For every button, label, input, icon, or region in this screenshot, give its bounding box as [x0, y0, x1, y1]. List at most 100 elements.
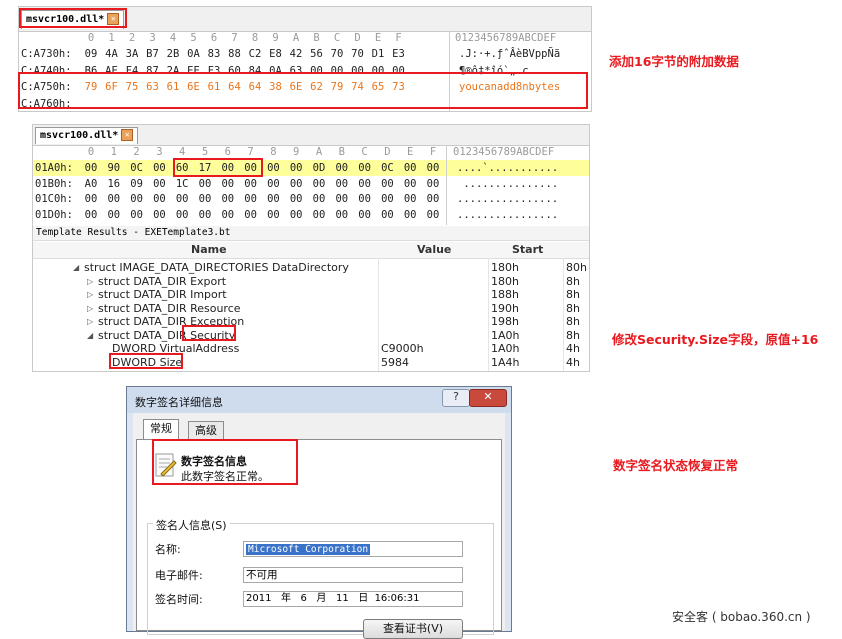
hex-byte[interactable]: 0C [127, 160, 147, 176]
hex-byte[interactable]: 00 [263, 191, 283, 207]
tree-row[interactable]: ◢ struct IMAGE_DATA_DIRECTORIES DataDirec… [33, 261, 589, 275]
hex-byte[interactable]: 0D [309, 160, 329, 176]
hex-byte[interactable]: 00 [423, 207, 443, 223]
hex-byte[interactable]: 1C [172, 176, 192, 192]
expand-arrow-icon[interactable]: ▷ [87, 302, 93, 316]
hex-row[interactable]: 01B0h: A0 16 09 00 1C 00 00 00 00 00 00 00 00 00 00 00 .… [33, 176, 589, 192]
hex-byte[interactable]: 00 [218, 160, 238, 176]
hex-byte[interactable]: 60 [172, 160, 192, 176]
hex-byte[interactable]: 00 [355, 160, 375, 176]
hex-byte[interactable]: 00 [332, 160, 352, 176]
close-tab-icon[interactable]: ✕ [107, 13, 120, 25]
hex-byte[interactable]: 00 [327, 63, 347, 79]
hex-byte[interactable]: F3 [204, 63, 224, 79]
hex-byte[interactable]: 00 [286, 191, 306, 207]
hex-byte[interactable]: 65 [368, 79, 388, 95]
hex-byte[interactable]: B7 [143, 46, 163, 62]
hex-byte[interactable]: 00 [286, 207, 306, 223]
hex-byte[interactable]: 00 [263, 176, 283, 192]
hex-byte[interactable]: AE [102, 63, 122, 79]
hex-byte[interactable]: 16 [104, 176, 124, 192]
hex-byte[interactable]: 61 [163, 79, 183, 95]
hex-byte[interactable]: E8 [266, 46, 286, 62]
hex-byte[interactable]: 00 [400, 176, 420, 192]
hex-row[interactable]: 01A0h: 00 90 0C 00 60 17 00 00 00 00 0D 00 00 0C 00 00..… [33, 160, 589, 176]
hex-byte[interactable]: 00 [149, 160, 169, 176]
hex-byte[interactable]: 63 [286, 63, 306, 79]
hex-byte[interactable]: 00 [149, 176, 169, 192]
hex-byte[interactable]: 0C [377, 160, 397, 176]
hex-byte[interactable]: 00 [195, 191, 215, 207]
hex-byte[interactable]: 00 [263, 160, 283, 176]
hex-byte[interactable]: 00 [81, 207, 101, 223]
hex-row[interactable]: 01C0h: 00 00 00 00 00 00 00 00 00 00 00 00 00 00 00 00..… [33, 191, 589, 207]
tree-row[interactable]: DWORD VirtualAddress C9000h 1A0h 4h [33, 342, 589, 356]
hex-byte[interactable]: 63 [143, 79, 163, 95]
hex-byte[interactable]: 00 [81, 160, 101, 176]
tree-row[interactable]: ▷ struct DATA_DIR Exception 198h 8h [33, 315, 589, 329]
hex-byte[interactable]: 64 [245, 79, 265, 95]
hex-byte[interactable]: 70 [348, 46, 368, 62]
hex-byte[interactable]: 00 [423, 176, 443, 192]
hex-byte[interactable]: EE [184, 63, 204, 79]
hex-row[interactable]: C:A740h: B6 AE F4 87 2A EE F3 60 84 0A 63 00 00 00 00 00… [19, 63, 591, 79]
hex-byte[interactable]: F4 [122, 63, 142, 79]
file-tab[interactable]: msvcr100.dll* ✕ [21, 10, 125, 29]
hex-byte[interactable]: 00 [263, 207, 283, 223]
hex-byte[interactable]: 0A [266, 63, 286, 79]
tree-row[interactable]: DWORD Size 5984 1A4h 4h [33, 356, 589, 370]
hex-byte[interactable]: 75 [122, 79, 142, 95]
column-start[interactable]: Start [512, 242, 543, 258]
hex-row[interactable]: C:A750h: 79 6F 75 63 61 6E 61 64 64 38 6E 62 79 74 65 73… [19, 79, 591, 95]
collapse-arrow-icon[interactable]: ◢ [73, 261, 79, 275]
hex-byte[interactable]: 3A [122, 46, 142, 62]
hex-byte[interactable]: 00 [307, 63, 327, 79]
hex-byte[interactable]: 00 [104, 191, 124, 207]
tree-row[interactable]: ▷ struct DATA_DIR Import 188h 8h [33, 288, 589, 302]
hex-byte[interactable]: 00 [309, 207, 329, 223]
hex-row[interactable]: 01D0h: 00 00 00 00 00 00 00 00 00 00 00 00 00 00 00 00..… [33, 207, 589, 223]
hex-byte[interactable]: 00 [355, 176, 375, 192]
hex-byte[interactable]: 38 [266, 79, 286, 95]
hex-byte[interactable]: 00 [400, 191, 420, 207]
hex-byte[interactable]: 79 [327, 79, 347, 95]
hex-byte[interactable]: 09 [81, 46, 101, 62]
hex-byte[interactable]: 00 [286, 160, 306, 176]
hex-byte[interactable]: 79 [81, 79, 101, 95]
hex-byte[interactable]: 00 [400, 207, 420, 223]
hex-byte[interactable]: 00 [241, 191, 261, 207]
hex-byte[interactable]: 00 [218, 207, 238, 223]
hex-byte[interactable]: 00 [377, 176, 397, 192]
name-field[interactable]: Microsoft Corporation [243, 541, 463, 557]
hex-byte[interactable]: 88 [225, 46, 245, 62]
hex-byte[interactable]: 00 [127, 191, 147, 207]
hex-byte[interactable]: 42 [286, 46, 306, 62]
hex-byte[interactable]: 62 [307, 79, 327, 95]
hex-byte[interactable]: 87 [143, 63, 163, 79]
close-tab-icon[interactable]: ✕ [121, 129, 134, 141]
hex-byte[interactable]: 00 [309, 191, 329, 207]
hex-byte[interactable]: 00 [368, 63, 388, 79]
hex-byte[interactable]: 00 [377, 191, 397, 207]
hex-byte[interactable]: 00 [389, 63, 409, 79]
hex-byte[interactable]: 00 [332, 176, 352, 192]
hex-byte[interactable]: D1 [368, 46, 388, 62]
hex-byte[interactable]: 00 [218, 191, 238, 207]
file-tab[interactable]: msvcr100.dll* ✕ [35, 127, 139, 144]
hex-byte[interactable]: 00 [149, 191, 169, 207]
hex-row[interactable]: C:A760h: [19, 96, 591, 112]
email-field[interactable]: 不可用 [243, 567, 463, 583]
hex-byte[interactable]: 00 [332, 191, 352, 207]
hex-byte[interactable]: 00 [172, 207, 192, 223]
expand-arrow-icon[interactable]: ▷ [87, 288, 93, 302]
hex-byte[interactable]: 00 [423, 191, 443, 207]
hex-byte[interactable]: 09 [127, 176, 147, 192]
hex-byte[interactable]: 00 [241, 160, 261, 176]
hex-byte[interactable]: 4A [102, 46, 122, 62]
hex-byte[interactable]: 00 [241, 207, 261, 223]
hex-byte[interactable]: 00 [309, 176, 329, 192]
hex-byte[interactable]: 6F [102, 79, 122, 95]
hex-byte[interactable]: 00 [377, 207, 397, 223]
hex-byte[interactable]: 00 [195, 207, 215, 223]
hex-byte[interactable]: 73 [389, 79, 409, 95]
